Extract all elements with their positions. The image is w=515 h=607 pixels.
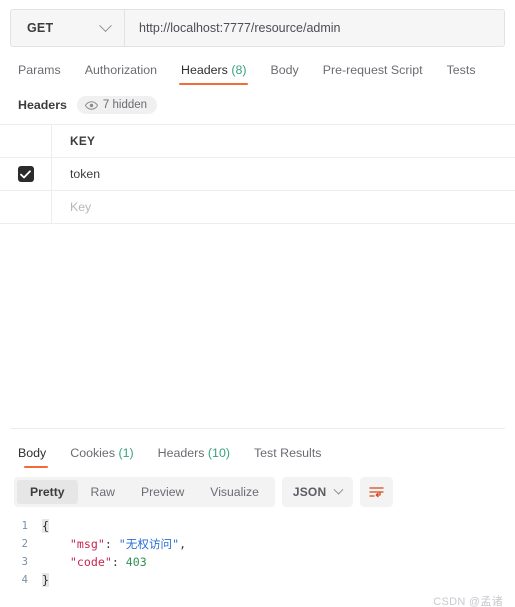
- view-mode-raw[interactable]: Raw: [78, 480, 128, 504]
- headers-subheader: Headers 7 hidden: [0, 91, 515, 119]
- tab-authorization-label: Authorization: [84, 63, 158, 77]
- response-tab-body-label: Body: [18, 446, 47, 460]
- word-wrap-button[interactable]: [360, 477, 394, 507]
- table-row: token: [0, 158, 515, 191]
- url-text: http://localhost:7777/resource/admin: [139, 21, 341, 35]
- new-header-key-input[interactable]: Key: [52, 191, 515, 223]
- hidden-headers-toggle[interactable]: 7 hidden: [76, 96, 158, 114]
- tab-authorization[interactable]: Authorization: [73, 63, 169, 85]
- code-token: :: [111, 555, 126, 569]
- word-wrap-icon: [369, 486, 384, 497]
- http-method-label: GET: [27, 21, 54, 35]
- eye-icon: [84, 100, 98, 110]
- postman-request-window: GET http://localhost:7777/resource/admin…: [0, 9, 515, 607]
- code-token: "code": [69, 555, 112, 569]
- tab-tests-label: Tests: [446, 63, 476, 77]
- view-mode-preview[interactable]: Preview: [128, 480, 197, 504]
- response-body-code[interactable]: 1{2 "msg": "无权访问", 3 "code": 403 4}: [0, 517, 515, 589]
- response-tab-headers-count: (10): [207, 446, 230, 460]
- http-method-select[interactable]: GET: [11, 10, 125, 46]
- chevron-down-icon: [333, 484, 344, 495]
- headers-table: KEY token Key: [0, 124, 515, 224]
- tab-pre-request-script-label: Pre-request Script: [322, 63, 423, 77]
- line-number: 4: [21, 574, 28, 586]
- response-format-select[interactable]: JSON: [281, 477, 354, 507]
- request-tabs: Params Authorization Headers (8) Body Pr…: [0, 55, 515, 85]
- tab-body-label: Body: [270, 63, 299, 77]
- code-line: 1{: [14, 517, 515, 535]
- tab-headers-label: Headers: [181, 63, 228, 77]
- response-tab-test-results[interactable]: Test Results: [242, 446, 333, 468]
- response-tab-cookies-label: Cookies: [70, 446, 116, 460]
- view-mode-visualize[interactable]: Visualize: [197, 480, 272, 504]
- code-line: 4}: [14, 571, 515, 589]
- response-view-mode-group: Pretty Raw Preview Visualize: [14, 477, 275, 507]
- code-token: {: [42, 519, 49, 533]
- watermark: CSDN @孟诸: [433, 596, 503, 607]
- table-row-new: Key: [0, 191, 515, 224]
- code-line-text: "msg": "无权访问",: [42, 536, 186, 552]
- code-line-text: {: [42, 519, 49, 533]
- response-tab-body[interactable]: Body: [14, 446, 58, 468]
- tab-pre-request-script[interactable]: Pre-request Script: [311, 63, 435, 85]
- response-toolbar: Pretty Raw Preview Visualize JSON: [0, 477, 515, 507]
- tab-tests[interactable]: Tests: [435, 63, 488, 85]
- view-mode-pretty[interactable]: Pretty: [17, 480, 78, 504]
- code-token: "msg": [69, 537, 105, 551]
- header-row-checkbox-cell: [0, 125, 52, 157]
- response-tab-cookies-count: (1): [118, 446, 134, 460]
- response-tabs: Body Cookies (1) Headers (10) Test Resul…: [0, 438, 515, 468]
- code-line-text: "code": 403: [42, 555, 147, 569]
- response-tab-headers-label: Headers: [157, 446, 205, 460]
- column-header-key: KEY: [70, 134, 96, 148]
- response-tab-headers[interactable]: Headers (10): [146, 446, 242, 468]
- header-key-value[interactable]: token: [52, 158, 515, 190]
- code-line: 2 "msg": "无权访问",: [14, 535, 515, 553]
- response-format-label: JSON: [292, 485, 327, 499]
- code-token: 403: [125, 555, 147, 569]
- response-tab-test-results-label: Test Results: [253, 446, 322, 460]
- line-number: 3: [21, 556, 28, 568]
- line-number: 1: [21, 520, 28, 532]
- headers-section-title: Headers: [18, 98, 67, 112]
- hidden-headers-label: 7 hidden: [102, 99, 148, 111]
- url-bar: GET http://localhost:7777/resource/admin: [10, 9, 505, 47]
- checkbox-checked-icon: [17, 166, 34, 182]
- tab-body[interactable]: Body: [258, 63, 310, 85]
- chevron-down-icon: [99, 18, 112, 32]
- response-tab-cookies[interactable]: Cookies (1): [58, 446, 145, 468]
- new-header-checkbox-cell[interactable]: [0, 191, 52, 223]
- tab-headers[interactable]: Headers (8): [169, 63, 258, 85]
- code-token: ,: [179, 537, 187, 551]
- request-body-empty-area: [0, 224, 515, 428]
- pane-divider[interactable]: [10, 428, 505, 429]
- headers-table-header-row: KEY: [0, 125, 515, 158]
- code-token: "无权访问": [118, 537, 180, 551]
- url-input[interactable]: http://localhost:7777/resource/admin: [125, 10, 504, 46]
- tab-params[interactable]: Params: [14, 63, 73, 85]
- code-line-text: }: [42, 573, 49, 587]
- tab-headers-count: (8): [231, 63, 247, 77]
- code-token: }: [42, 573, 49, 587]
- code-token: :: [104, 537, 119, 551]
- code-line: 3 "code": 403: [14, 553, 515, 571]
- line-number: 2: [21, 538, 28, 550]
- check-icon: [20, 169, 31, 178]
- header-enabled-checkbox[interactable]: [0, 158, 52, 190]
- tab-params-label: Params: [18, 63, 61, 77]
